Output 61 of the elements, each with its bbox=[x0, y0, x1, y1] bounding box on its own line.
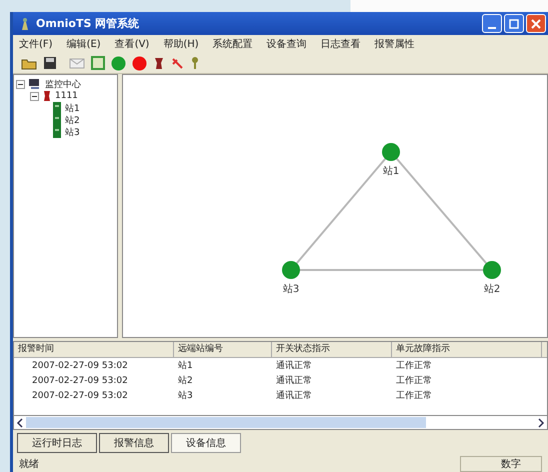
table-cell-text: 工作正常 bbox=[395, 360, 433, 372]
close-icon bbox=[531, 18, 541, 28]
floppy-icon[interactable] bbox=[43, 56, 57, 70]
node-label: 站1 bbox=[382, 166, 400, 177]
envelope-icon[interactable] bbox=[69, 57, 85, 69]
column-header[interactable]: 远端站编号 bbox=[174, 342, 272, 357]
table-cell-text: 站1 bbox=[177, 360, 194, 372]
start-icon[interactable] bbox=[111, 56, 126, 70]
menu-item[interactable]: 查看(V) bbox=[114, 37, 150, 51]
panel-icon[interactable] bbox=[91, 56, 105, 70]
table-cell-text: 通讯正常 bbox=[275, 360, 313, 372]
maximize-icon bbox=[509, 18, 519, 28]
table-cell-text: 工作正常 bbox=[395, 374, 433, 387]
node-label: 站3 bbox=[282, 284, 300, 295]
stop-icon[interactable] bbox=[132, 56, 147, 70]
table-cell-text: 工作正常 bbox=[395, 390, 433, 402]
computer-icon bbox=[28, 78, 42, 90]
minimize-button[interactable] bbox=[482, 14, 502, 33]
station-node[interactable] bbox=[282, 261, 300, 279]
maximize-button[interactable] bbox=[504, 14, 524, 33]
table-cell-text: 2007-02-27-09 53:02 bbox=[31, 360, 129, 370]
window-title: OmnioTS 网管系统 bbox=[36, 16, 140, 31]
column-header[interactable]: 单元故障指示 bbox=[392, 342, 542, 357]
tab[interactable]: 运行时日志 bbox=[17, 433, 97, 453]
column-header[interactable]: 开关状态指示 bbox=[272, 342, 392, 357]
horizontal-scrollbar[interactable] bbox=[13, 416, 548, 430]
menu-item[interactable]: 报警属性 bbox=[374, 37, 415, 51]
tab[interactable]: 设备信息 bbox=[171, 433, 241, 453]
column-header[interactable]: 报警时间 bbox=[14, 342, 174, 357]
table-cell-text: 通讯正常 bbox=[275, 374, 313, 387]
menu-item[interactable]: 系统配置 bbox=[212, 37, 253, 51]
cabinet-icon bbox=[52, 126, 62, 138]
expander-icon[interactable] bbox=[30, 92, 39, 100]
menu-item[interactable]: 日志查看 bbox=[320, 37, 361, 51]
station-node[interactable] bbox=[382, 143, 400, 161]
table-cell-text: 站2 bbox=[177, 374, 194, 387]
menu-item[interactable]: 设备查询 bbox=[266, 37, 307, 51]
tree-item[interactable]: 站2 bbox=[65, 114, 80, 126]
minimize-icon bbox=[488, 26, 496, 28]
menu-item[interactable]: 编辑(E) bbox=[66, 37, 101, 51]
tower-icon bbox=[19, 16, 31, 30]
table-cell-text: 站3 bbox=[177, 390, 194, 402]
tab[interactable]: 报警信息 bbox=[99, 433, 169, 453]
status-panel: 数字 bbox=[460, 456, 542, 472]
tree-item[interactable]: 站3 bbox=[65, 126, 80, 138]
expander-icon[interactable] bbox=[16, 80, 25, 88]
key-icon[interactable] bbox=[190, 56, 200, 70]
node-label: 站2 bbox=[484, 284, 500, 295]
cabinet-icon bbox=[52, 102, 62, 114]
table-cell-text: 通讯正常 bbox=[275, 390, 313, 402]
close-button[interactable] bbox=[526, 14, 546, 33]
table-cell-text: 2007-02-27-09 53:02 bbox=[31, 390, 129, 400]
menu-item[interactable]: 帮助(H) bbox=[163, 37, 199, 51]
tree-item[interactable]: 站1 bbox=[65, 102, 80, 114]
menu-item[interactable]: 文件(F) bbox=[19, 37, 53, 51]
scrollbar-thumb[interactable] bbox=[26, 417, 426, 428]
station-node[interactable] bbox=[483, 261, 501, 279]
table-cell-text: 2007-02-27-09 53:02 bbox=[31, 376, 129, 386]
tree-item[interactable]: 1111 bbox=[55, 91, 78, 101]
tree-item[interactable]: 监控中心 bbox=[45, 78, 81, 90]
status-text: 就绪 bbox=[19, 458, 39, 470]
